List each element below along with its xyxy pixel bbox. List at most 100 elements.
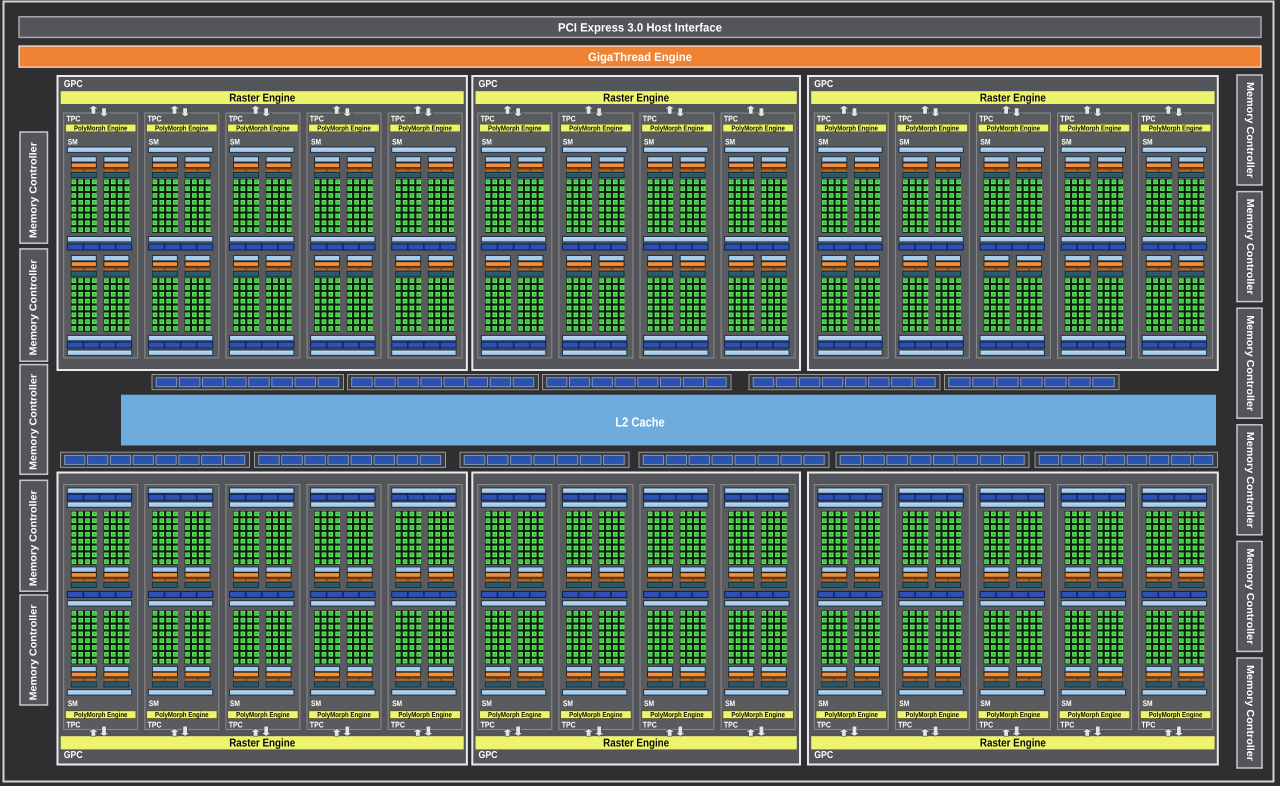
svg-text:TPC: TPC — [1141, 720, 1155, 730]
svg-text:TPC: TPC — [391, 113, 405, 123]
svg-text:Raster Engine: Raster Engine — [229, 92, 295, 104]
svg-text:SM: SM — [392, 138, 402, 147]
svg-text:SM: SM — [149, 699, 159, 708]
svg-text:TPC: TPC — [229, 720, 243, 730]
svg-text:TPC: TPC — [643, 113, 657, 123]
svg-text:GigaThread Engine: GigaThread Engine — [588, 50, 692, 64]
svg-text:SM: SM — [68, 699, 78, 708]
svg-text:TPC: TPC — [481, 113, 495, 123]
svg-text:PolyMorph Engine: PolyMorph Engine — [987, 710, 1041, 719]
svg-text:SM: SM — [644, 138, 654, 147]
svg-text:PolyMorph Engine: PolyMorph Engine — [731, 710, 785, 719]
svg-text:PolyMorph Engine: PolyMorph Engine — [1068, 123, 1122, 132]
svg-text:PolyMorph Engine: PolyMorph Engine — [317, 123, 371, 132]
svg-text:Raster Engine: Raster Engine — [603, 92, 669, 104]
svg-text:SM: SM — [725, 699, 735, 708]
svg-text:PolyMorph Engine: PolyMorph Engine — [488, 710, 542, 719]
svg-text:Memory Controller: Memory Controller — [28, 142, 39, 238]
svg-text:TPC: TPC — [1060, 720, 1074, 730]
svg-text:TPC: TPC — [817, 113, 831, 123]
svg-text:PolyMorph Engine: PolyMorph Engine — [906, 710, 960, 719]
svg-text:Memory Controller: Memory Controller — [1244, 315, 1255, 411]
svg-text:SM: SM — [1143, 138, 1153, 147]
svg-text:SM: SM — [899, 138, 909, 147]
svg-text:PolyMorph Engine: PolyMorph Engine — [824, 710, 878, 719]
svg-text:Raster Engine: Raster Engine — [980, 92, 1046, 104]
svg-text:TPC: TPC — [562, 113, 576, 123]
svg-text:PolyMorph Engine: PolyMorph Engine — [236, 123, 290, 132]
svg-text:TPC: TPC — [898, 113, 912, 123]
svg-text:Memory Controller: Memory Controller — [1244, 548, 1255, 644]
svg-text:SM: SM — [818, 138, 828, 147]
svg-text:SM: SM — [392, 699, 402, 708]
svg-text:PolyMorph Engine: PolyMorph Engine — [74, 710, 128, 719]
svg-text:TPC: TPC — [229, 113, 243, 123]
svg-text:Memory Controller: Memory Controller — [28, 490, 39, 586]
svg-text:Memory Controller: Memory Controller — [1244, 665, 1255, 761]
svg-text:TPC: TPC — [724, 113, 738, 123]
svg-text:SM: SM — [980, 138, 990, 147]
svg-text:GPC: GPC — [814, 79, 833, 90]
svg-text:PolyMorph Engine: PolyMorph Engine — [569, 710, 623, 719]
svg-text:PolyMorph Engine: PolyMorph Engine — [650, 123, 704, 132]
svg-text:Memory Controller: Memory Controller — [28, 260, 39, 356]
svg-text:SM: SM — [563, 138, 573, 147]
svg-text:TPC: TPC — [1060, 113, 1074, 123]
svg-text:SM: SM — [1062, 138, 1072, 147]
svg-text:PolyMorph Engine: PolyMorph Engine — [824, 123, 878, 132]
svg-text:TPC: TPC — [148, 113, 162, 123]
svg-text:SM: SM — [644, 699, 654, 708]
svg-text:SM: SM — [980, 699, 990, 708]
svg-text:PolyMorph Engine: PolyMorph Engine — [398, 710, 452, 719]
svg-text:SM: SM — [68, 138, 78, 147]
svg-text:Memory Controller: Memory Controller — [1244, 432, 1255, 528]
svg-text:PCI Express 3.0 Host Interface: PCI Express 3.0 Host Interface — [558, 20, 722, 34]
svg-text:L2 Cache: L2 Cache — [615, 414, 665, 429]
svg-text:PolyMorph Engine: PolyMorph Engine — [650, 710, 704, 719]
svg-text:GPC: GPC — [64, 79, 83, 90]
svg-text:GPC: GPC — [64, 750, 83, 761]
svg-text:SM: SM — [230, 699, 240, 708]
svg-text:PolyMorph Engine: PolyMorph Engine — [987, 123, 1041, 132]
svg-text:SM: SM — [482, 699, 492, 708]
svg-text:PolyMorph Engine: PolyMorph Engine — [569, 123, 623, 132]
svg-text:PolyMorph Engine: PolyMorph Engine — [155, 710, 209, 719]
svg-text:GPC: GPC — [479, 79, 498, 90]
svg-text:GPC: GPC — [479, 750, 498, 761]
svg-text:PolyMorph Engine: PolyMorph Engine — [236, 710, 290, 719]
svg-text:SM: SM — [482, 138, 492, 147]
svg-text:TPC: TPC — [979, 113, 993, 123]
svg-text:SM: SM — [311, 699, 321, 708]
svg-text:PolyMorph Engine: PolyMorph Engine — [1149, 123, 1203, 132]
svg-text:TPC: TPC — [1141, 113, 1155, 123]
svg-text:TPC: TPC — [562, 720, 576, 730]
svg-text:PolyMorph Engine: PolyMorph Engine — [317, 710, 371, 719]
svg-text:SM: SM — [725, 138, 735, 147]
svg-text:PolyMorph Engine: PolyMorph Engine — [155, 123, 209, 132]
svg-text:TPC: TPC — [817, 720, 831, 730]
svg-text:TPC: TPC — [310, 720, 324, 730]
svg-text:TPC: TPC — [643, 720, 657, 730]
svg-text:PolyMorph Engine: PolyMorph Engine — [74, 123, 128, 132]
svg-text:TPC: TPC — [391, 720, 405, 730]
svg-text:TPC: TPC — [979, 720, 993, 730]
svg-text:TPC: TPC — [67, 113, 81, 123]
svg-text:Memory Controller: Memory Controller — [1244, 82, 1255, 178]
svg-text:Memory Controller: Memory Controller — [28, 604, 39, 700]
svg-text:Memory Controller: Memory Controller — [1244, 199, 1255, 295]
svg-text:Memory Controller: Memory Controller — [28, 374, 39, 470]
svg-text:PolyMorph Engine: PolyMorph Engine — [1149, 710, 1203, 719]
svg-text:SM: SM — [1062, 699, 1072, 708]
svg-text:SM: SM — [311, 138, 321, 147]
svg-text:SM: SM — [818, 699, 828, 708]
svg-text:TPC: TPC — [724, 720, 738, 730]
svg-text:SM: SM — [899, 699, 909, 708]
svg-text:SM: SM — [563, 699, 573, 708]
svg-text:SM: SM — [230, 138, 240, 147]
svg-text:Raster Engine: Raster Engine — [603, 737, 669, 749]
svg-text:PolyMorph Engine: PolyMorph Engine — [906, 123, 960, 132]
svg-text:TPC: TPC — [481, 720, 495, 730]
svg-text:PolyMorph Engine: PolyMorph Engine — [731, 123, 785, 132]
svg-text:PolyMorph Engine: PolyMorph Engine — [398, 123, 452, 132]
svg-text:SM: SM — [1143, 699, 1153, 708]
